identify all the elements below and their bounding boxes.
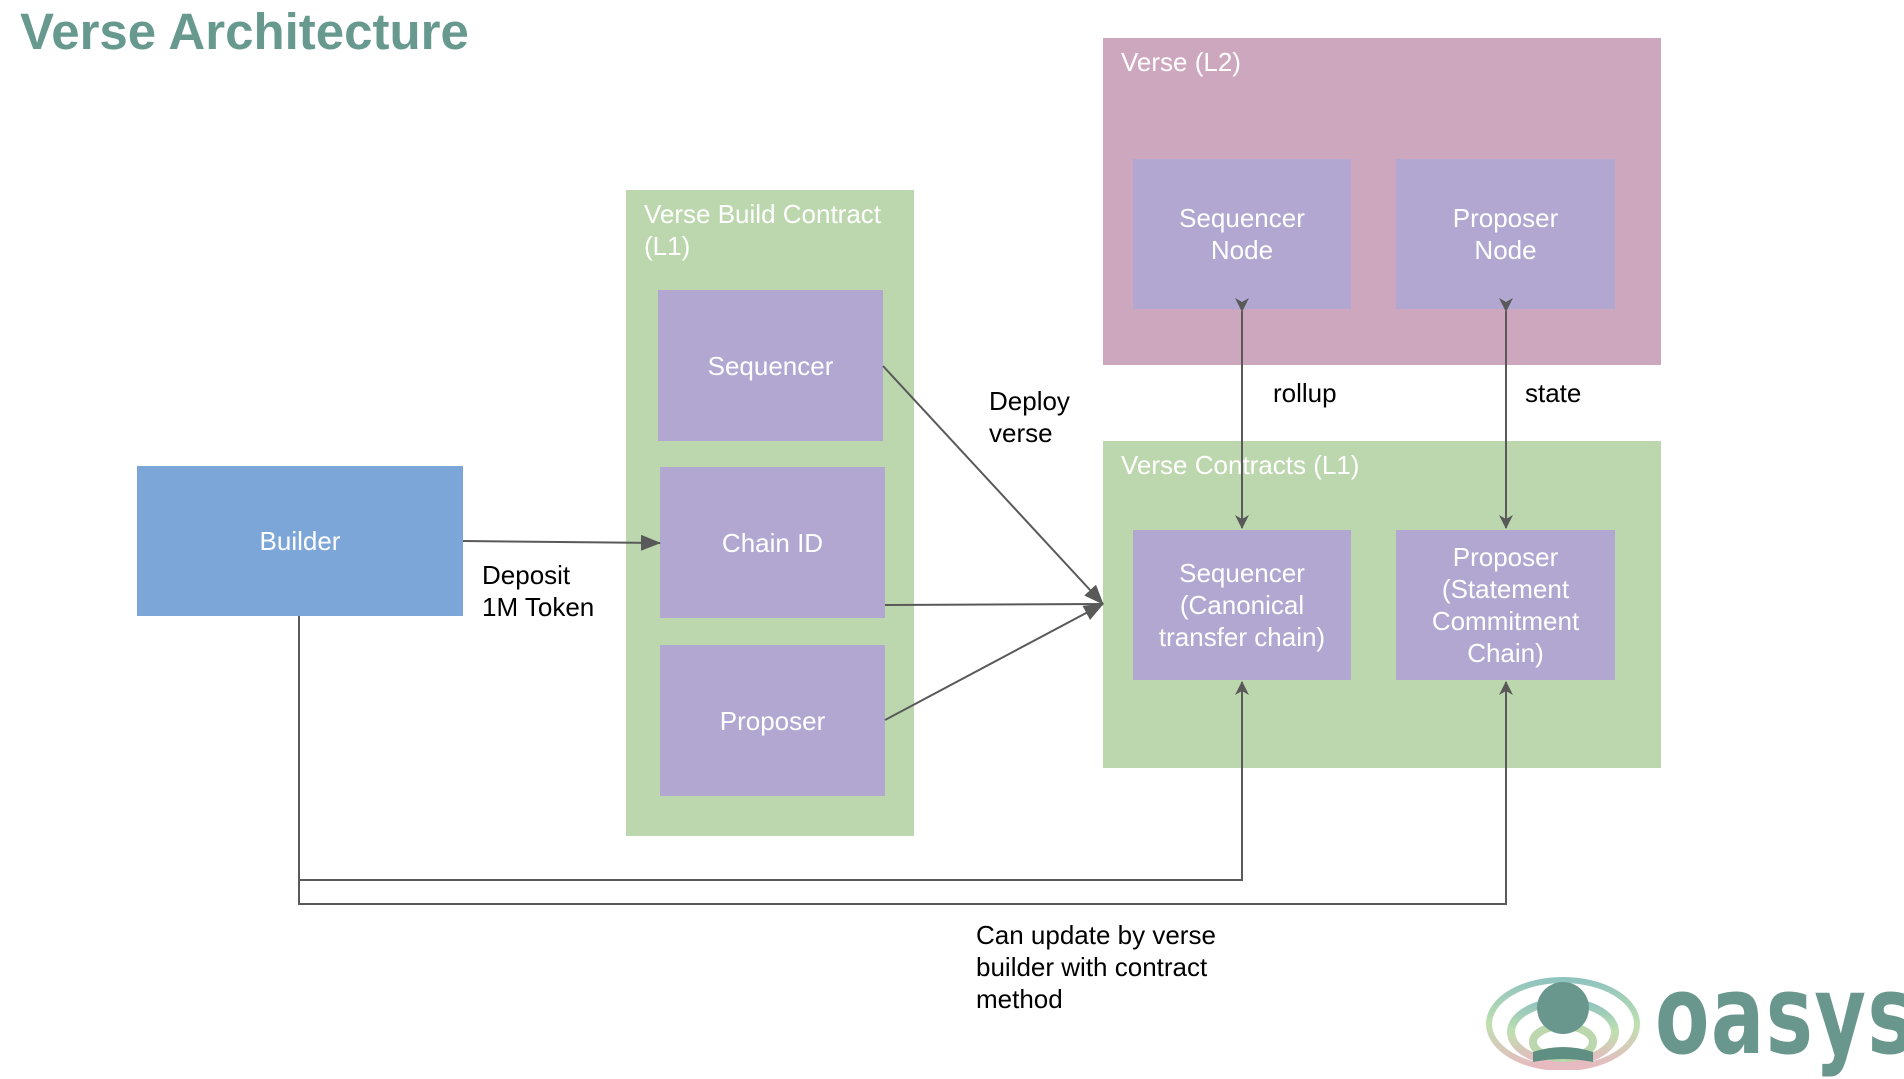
deploy-edge-chainid — [884, 603, 1104, 606]
builder-node[interactable]: Builder — [137, 466, 463, 616]
verse-contracts-label: Verse Contracts (L1) — [1121, 450, 1360, 480]
proposer-node-l2[interactable]: Proposer Node — [1396, 159, 1615, 309]
verse-l2-label: Verse (L2) — [1121, 47, 1241, 77]
deploy-label: Deploy verse — [989, 386, 1070, 448]
state-commitment-chain-node[interactable]: Proposer (Statement Commitment Chain) — [1396, 530, 1615, 680]
canonical-transfer-chain-node[interactable]: Sequencer (Canonical transfer chain) — [1133, 530, 1351, 680]
build-sequencer-node[interactable]: Sequencer — [658, 290, 883, 441]
state-label: state — [1525, 378, 1582, 408]
oasys-logo-icon — [1486, 977, 1640, 1070]
sequencer-node-l2[interactable]: Sequencer Node — [1133, 159, 1351, 309]
deposit-label: Deposit 1M Token — [482, 560, 595, 622]
rollup-label: rollup — [1273, 378, 1337, 408]
deploy-edge-proposer — [884, 603, 1104, 721]
update-label: Can update by verse builder with contrac… — [976, 920, 1216, 1014]
page-title: Verse Architecture — [20, 3, 469, 60]
oasys-wordmark: oasys — [1655, 951, 1904, 1079]
build-contract-label: Verse Build Contract (L1) — [644, 199, 882, 261]
build-proposer-node[interactable]: Proposer — [660, 645, 885, 796]
chain-id-node[interactable]: Chain ID — [660, 467, 885, 618]
